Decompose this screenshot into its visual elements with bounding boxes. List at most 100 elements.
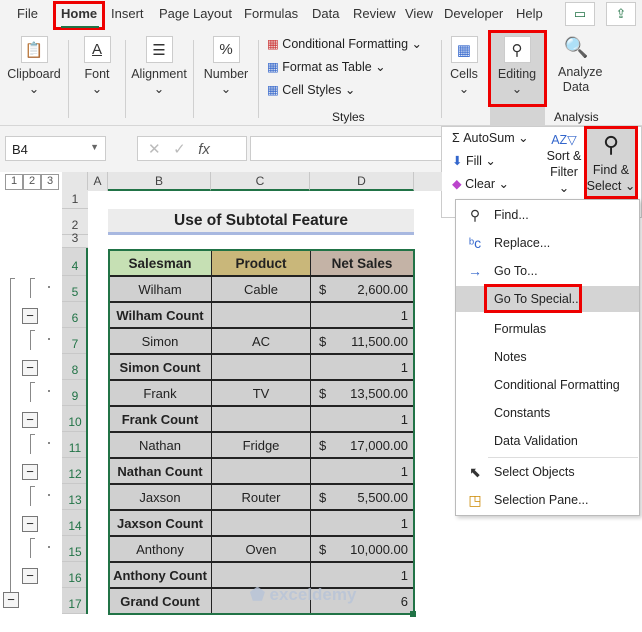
- cell-salesman[interactable]: Wilham Count: [108, 302, 212, 328]
- number-button[interactable]: % Number ⌄: [198, 36, 254, 96]
- tab-file[interactable]: File: [17, 6, 38, 21]
- cell-product[interactable]: TV: [211, 380, 311, 406]
- column-header-c[interactable]: C: [211, 172, 310, 191]
- clipboard-button[interactable]: 📋 Clipboard ⌄: [4, 36, 64, 96]
- cell-salesman[interactable]: Frank Count: [108, 406, 212, 432]
- menu-item-selection-pane[interactable]: ◳ Selection Pane...: [456, 487, 639, 513]
- tab-formulas[interactable]: Formulas: [244, 6, 298, 21]
- collapse-button[interactable]: −: [22, 464, 38, 480]
- row-header-1[interactable]: 1: [62, 190, 88, 209]
- row-header-12[interactable]: 12: [62, 458, 88, 484]
- cell-product[interactable]: [211, 458, 311, 484]
- cell-product[interactable]: AC: [211, 328, 311, 354]
- cell-product[interactable]: Cable: [211, 276, 311, 302]
- column-header-d[interactable]: D: [310, 172, 414, 191]
- conditional-formatting-button[interactable]: ▦ Conditional Formatting ⌄: [267, 36, 422, 51]
- name-box[interactable]: B4 ▼: [5, 136, 106, 161]
- menu-item-data-validation[interactable]: Data Validation: [456, 428, 639, 454]
- cell-salesman[interactable]: Anthony Count: [108, 562, 212, 588]
- cell-product[interactable]: [211, 302, 311, 328]
- menu-item-formulas[interactable]: Formulas: [456, 316, 639, 342]
- select-all[interactable]: [62, 172, 88, 191]
- cell-net-sales[interactable]: 1: [310, 354, 414, 380]
- cell-net-sales[interactable]: $13,500.00: [310, 380, 414, 406]
- cell-salesman[interactable]: Grand Count: [108, 588, 212, 614]
- tab-data[interactable]: Data: [312, 6, 339, 21]
- cell-net-sales[interactable]: $11,500.00: [310, 328, 414, 354]
- cell-net-sales[interactable]: 1: [310, 406, 414, 432]
- row-header-9[interactable]: 9: [62, 380, 88, 406]
- fill-button[interactable]: ⬇ Fill ⌄: [452, 153, 496, 168]
- cancel-icon[interactable]: ✕: [148, 141, 161, 158]
- row-header-5[interactable]: 5: [62, 276, 88, 302]
- cell-product[interactable]: Fridge: [211, 432, 311, 458]
- fill-handle[interactable]: [410, 611, 416, 617]
- row-header-6[interactable]: 6: [62, 302, 88, 328]
- menu-item-go-to[interactable]: → Go To...: [456, 258, 639, 284]
- cell-net-sales[interactable]: 1: [310, 510, 414, 536]
- alignment-button[interactable]: ☰ Alignment ⌄: [128, 36, 190, 96]
- column-header-b[interactable]: B: [108, 172, 211, 191]
- clear-button[interactable]: ◆ Clear ⌄: [452, 176, 509, 191]
- menu-item-constants[interactable]: Constants: [456, 400, 639, 426]
- cell-salesman[interactable]: Simon: [108, 328, 212, 354]
- row-header-8[interactable]: 8: [62, 354, 88, 380]
- font-button[interactable]: A Font ⌄: [72, 36, 122, 96]
- column-header-a[interactable]: A: [88, 172, 108, 191]
- tab-developer[interactable]: Developer: [444, 6, 503, 21]
- cell-salesman[interactable]: Wilham: [108, 276, 212, 302]
- cell-salesman[interactable]: Simon Count: [108, 354, 212, 380]
- function-icon[interactable]: fx: [198, 141, 210, 158]
- collapse-button[interactable]: −: [22, 360, 38, 376]
- menu-item-replace[interactable]: ᵇc Replace...: [456, 230, 639, 256]
- collapse-button[interactable]: −: [22, 516, 38, 532]
- collapse-button[interactable]: −: [22, 568, 38, 584]
- share-icon[interactable]: ⇪: [606, 2, 636, 26]
- column-header-e[interactable]: [414, 172, 442, 191]
- menu-item-find[interactable]: ⚲ Find...: [456, 202, 639, 228]
- row-header-14[interactable]: 14: [62, 510, 88, 536]
- row-header-10[interactable]: 10: [62, 406, 88, 432]
- menu-item-select-objects[interactable]: ⬉ Select Objects: [456, 459, 639, 485]
- cell-product[interactable]: [211, 354, 311, 380]
- collapse-button[interactable]: −: [22, 412, 38, 428]
- sort-filter-button[interactable]: AZ▽ Sort & Filter ⌄: [545, 132, 583, 196]
- enter-icon[interactable]: ✓: [173, 141, 186, 158]
- menu-item-notes[interactable]: Notes: [456, 344, 639, 370]
- cell-product[interactable]: [211, 510, 311, 536]
- cell-net-sales[interactable]: $5,500.00: [310, 484, 414, 510]
- row-header-4[interactable]: 4: [62, 248, 88, 276]
- cell-net-sales[interactable]: 1: [310, 302, 414, 328]
- cell-product[interactable]: Oven: [211, 536, 311, 562]
- menu-item-conditional-formatting[interactable]: Conditional Formatting: [456, 372, 639, 398]
- row-header-11[interactable]: 11: [62, 432, 88, 458]
- cell-salesman[interactable]: Frank: [108, 380, 212, 406]
- tab-help[interactable]: Help: [516, 6, 543, 21]
- cell-salesman[interactable]: Jaxson: [108, 484, 212, 510]
- cell-net-sales[interactable]: $17,000.00: [310, 432, 414, 458]
- row-header-15[interactable]: 15: [62, 536, 88, 562]
- format-as-table-button[interactable]: ▦ Format as Table ⌄: [267, 59, 386, 74]
- cell-salesman[interactable]: Anthony: [108, 536, 212, 562]
- collapse-all-button[interactable]: −: [3, 592, 19, 608]
- cells-button[interactable]: ▦ Cells ⌄: [446, 36, 482, 96]
- cell-net-sales[interactable]: $2,600.00: [310, 276, 414, 302]
- cell-product[interactable]: Router: [211, 484, 311, 510]
- cell-salesman[interactable]: Nathan Count: [108, 458, 212, 484]
- cell-salesman[interactable]: Nathan: [108, 432, 212, 458]
- autosum-button[interactable]: Σ AutoSum ⌄: [452, 130, 529, 145]
- row-header-17[interactable]: 17: [62, 588, 88, 614]
- comments-icon[interactable]: ▭: [565, 2, 595, 26]
- cell-salesman[interactable]: Jaxson Count: [108, 510, 212, 536]
- row-header-13[interactable]: 13: [62, 484, 88, 510]
- cell-product[interactable]: [211, 406, 311, 432]
- tab-review[interactable]: Review: [353, 6, 396, 21]
- row-header-7[interactable]: 7: [62, 328, 88, 354]
- collapse-button[interactable]: −: [22, 308, 38, 324]
- outline-level-2[interactable]: 2: [23, 174, 41, 190]
- cell-net-sales[interactable]: 1: [310, 458, 414, 484]
- outline-level-3[interactable]: 3: [41, 174, 59, 190]
- tab-view[interactable]: View: [405, 6, 433, 21]
- row-header-16[interactable]: 16: [62, 562, 88, 588]
- cell-net-sales[interactable]: $10,000.00: [310, 536, 414, 562]
